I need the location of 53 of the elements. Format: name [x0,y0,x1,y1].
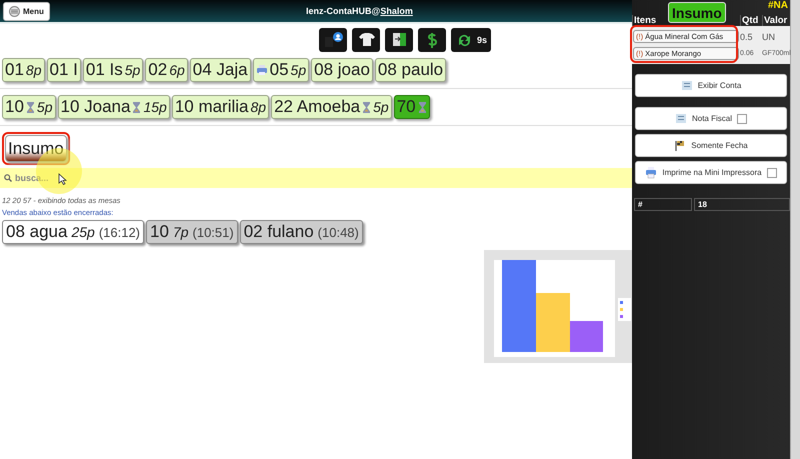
checkbox[interactable] [766,168,777,178]
closed-table-tile[interactable]: 10 7p (10:51) [146,220,238,244]
user-icon [322,31,343,49]
action-button[interactable]: Imprime na Mini Impressora [635,161,787,184]
table-tile[interactable]: 10 5p [2,95,56,119]
item-quantity: 0.5 [740,32,754,42]
table-tile[interactable]: 05 5p [252,58,310,82]
table-tile[interactable]: 22 Amoeba 5p [271,95,392,119]
table-tile[interactable]: 02 6p [145,58,188,82]
table-tile[interactable]: 018p [2,58,44,82]
search-icon [4,174,12,182]
scrollbar[interactable] [790,0,800,459]
action-button[interactable]: Exibir Conta [635,74,787,97]
menu-icon [9,6,20,16]
table-tile[interactable]: 08 paulo [374,58,446,82]
hourglass-icon [26,102,35,112]
table-tile[interactable]: 01 I [46,58,81,82]
shirt-button[interactable] [352,28,380,52]
table-cell: 18 [694,198,790,211]
table-tile[interactable]: 04 Jaja [190,58,251,82]
flag-icon [674,140,686,152]
table-tile[interactable]: 10 Joana 15p [58,95,170,119]
location-link[interactable]: Shalom [380,6,413,16]
table-tile[interactable]: 70 [394,95,430,119]
closed-table-tile[interactable]: 08 agua 25p (16:12) [2,220,144,244]
category-button[interactable]: Insumo [5,135,67,162]
category-button[interactable]: Insumo [668,2,726,23]
printer-icon [256,64,268,76]
action-button[interactable]: Nota Fiscal [635,107,787,130]
user-button[interactable] [318,28,347,52]
hourglass-icon [132,102,142,112]
tag-label: #NA [768,0,788,12]
checkbox[interactable] [737,114,747,124]
money-button[interactable] [418,28,446,52]
table-tile[interactable]: 08 joao [311,58,373,82]
printer-icon [645,166,658,178]
menu-button[interactable]: Menu [3,2,50,20]
cursor-icon [58,173,67,185]
closed-table-tile[interactable]: 02 fulano (10:48) [240,220,363,244]
exit-button[interactable] [384,28,413,52]
app-title: Ienz-ContaHUB@ [306,6,380,16]
table-tile[interactable]: 01 Is5p [82,58,144,82]
invoice-icon [674,112,687,124]
money-icon [426,32,437,48]
search-field[interactable]: busca... [15,173,215,183]
item-value: UN [762,32,776,42]
bill-icon [680,80,693,92]
table-tile[interactable]: 10 marilia8p [172,95,270,119]
hourglass-icon [418,102,427,112]
action-button[interactable]: Somente Fecha [635,134,787,157]
table-cell: # [634,198,692,211]
hourglass-icon [362,102,372,112]
refresh-button[interactable]: 9s [450,28,491,52]
